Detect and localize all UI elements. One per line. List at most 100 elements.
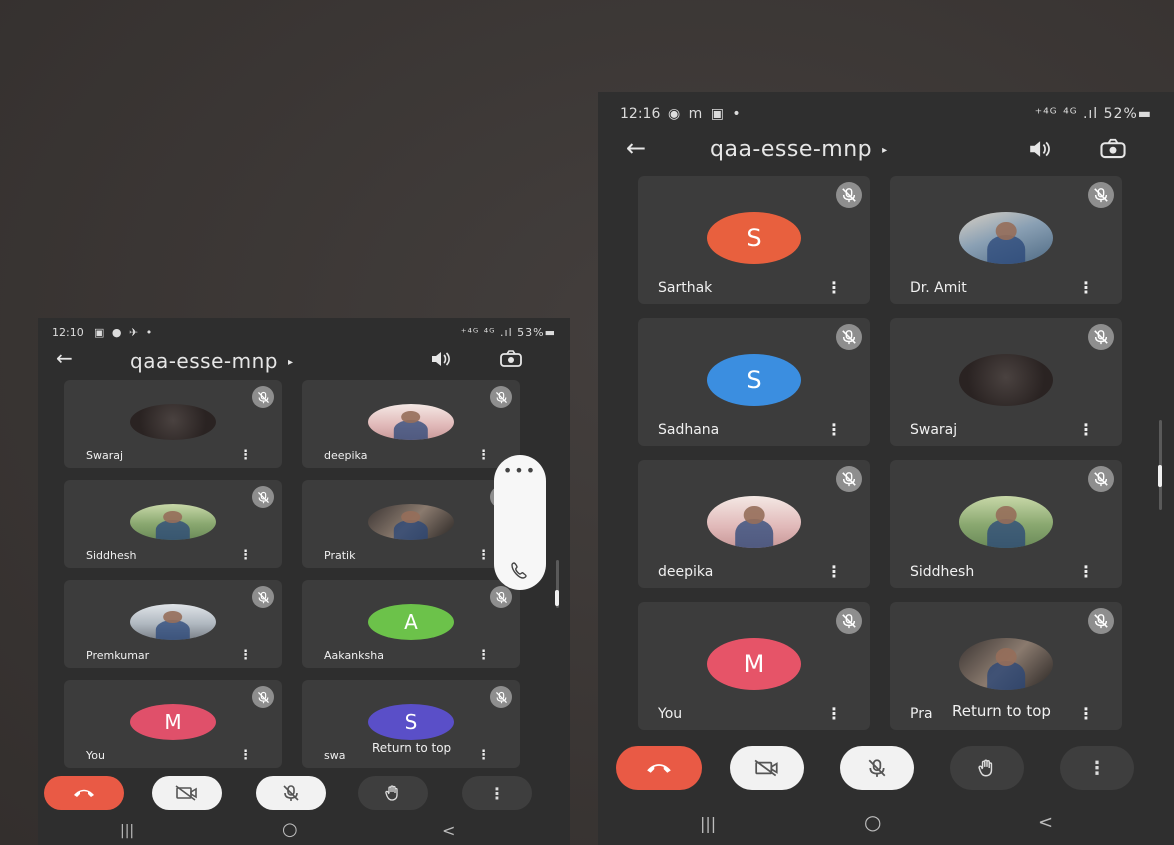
phone-screen-right: 12:16 ◉ m ▣ • ⁺⁴ᴳ ⁴ᴳ .ıl 52%▬ ← qaa-esse… xyxy=(598,92,1174,845)
participant-name: Swaraj xyxy=(86,449,124,462)
person-silhouette xyxy=(155,520,191,540)
muted-mic-icon xyxy=(836,608,862,634)
participant-tile[interactable]: Swaraj ⋮ xyxy=(890,318,1122,446)
muted-mic-icon xyxy=(252,586,274,608)
scrollbar-thumb-right[interactable] xyxy=(1158,465,1162,487)
hand-icon xyxy=(978,759,993,777)
mic-off-button[interactable] xyxy=(256,776,326,810)
participant-options-icon[interactable]: ⋮ xyxy=(477,448,490,463)
mic-off-icon xyxy=(868,759,886,777)
participant-options-icon[interactable]: ⋮ xyxy=(826,704,842,723)
end-call-button[interactable] xyxy=(616,746,702,790)
participant-tile[interactable]: Swaraj ⋮ xyxy=(64,380,282,468)
participant-options-icon[interactable]: ⋮ xyxy=(826,562,842,581)
status-icons: ◉ m ▣ • xyxy=(668,106,743,122)
video-off-button[interactable] xyxy=(152,776,222,810)
meeting-title[interactable]: qaa-esse-mnp ▸ xyxy=(710,137,888,162)
participant-options-icon[interactable]: ⋮ xyxy=(477,748,490,763)
participant-options-icon[interactable]: ⋮ xyxy=(477,648,490,663)
status-time: 12:16 xyxy=(620,106,661,122)
recents-nav-icon[interactable]: ||| xyxy=(700,814,716,833)
participant-tile[interactable]: M You ⋮ xyxy=(638,602,870,730)
end-call-button[interactable] xyxy=(44,776,124,810)
mic-off-icon xyxy=(283,785,299,801)
muted-mic-icon xyxy=(836,324,862,350)
drag-handle-icon[interactable]: ••• xyxy=(503,461,537,480)
participant-tile[interactable]: S Sadhana ⋮ xyxy=(638,318,870,446)
return-to-top-button[interactable]: Return to top xyxy=(368,741,456,755)
participant-tile[interactable]: Dr. Amit ⋮ xyxy=(890,176,1122,304)
app-bar: ← qaa-esse-mnp ▸ xyxy=(38,346,570,376)
avatar-initial: S xyxy=(707,354,801,406)
participant-tile[interactable]: M You ⋮ xyxy=(64,680,282,768)
participant-tile[interactable]: deepika ⋮ xyxy=(638,460,870,588)
participant-name: Sadhana xyxy=(658,422,720,438)
avatar-initial: S xyxy=(368,704,454,740)
person-silhouette xyxy=(393,420,429,440)
speaker-icon[interactable] xyxy=(430,351,450,371)
back-nav-icon[interactable]: < xyxy=(442,821,455,840)
meeting-title[interactable]: qaa-esse-mnp ▸ xyxy=(130,349,293,373)
avatar-photo xyxy=(959,638,1053,690)
avatar-initial: S xyxy=(707,212,801,264)
muted-mic-icon xyxy=(252,686,274,708)
status-signal-battery: ⁺⁴ᴳ ⁴ᴳ .ıl 52%▬ xyxy=(1034,106,1152,122)
switch-camera-icon[interactable] xyxy=(1098,138,1128,164)
participant-tile[interactable]: Siddhesh ⋮ xyxy=(64,480,282,568)
participant-name: You xyxy=(658,706,683,722)
more-options-button[interactable]: ⋮ xyxy=(462,776,532,810)
participant-options-icon[interactable]: ⋮ xyxy=(1078,704,1094,723)
participant-options-icon[interactable]: ⋮ xyxy=(239,748,252,763)
arrow-left-icon[interactable]: ← xyxy=(56,346,73,370)
participant-name: swa xyxy=(324,749,346,762)
video-off-icon xyxy=(754,759,778,777)
participant-tile[interactable]: A Aakanksha ⋮ xyxy=(302,580,520,668)
participant-options-icon[interactable]: ⋮ xyxy=(477,548,490,563)
arrow-left-icon[interactable]: ← xyxy=(626,134,646,162)
recents-nav-icon[interactable]: ||| xyxy=(120,823,134,839)
participant-tile[interactable]: Premkumar ⋮ xyxy=(64,580,282,668)
raise-hand-button[interactable] xyxy=(950,746,1024,790)
participant-options-icon[interactable]: ⋮ xyxy=(1078,562,1094,581)
participant-options-icon[interactable]: ⋮ xyxy=(239,448,252,463)
participant-options-icon[interactable]: ⋮ xyxy=(239,648,252,663)
home-nav-icon[interactable]: ○ xyxy=(864,810,881,834)
participant-options-icon[interactable]: ⋮ xyxy=(1078,278,1094,297)
status-time: 12:10 xyxy=(52,326,84,339)
participant-tile[interactable]: Pratik ⋮ xyxy=(302,480,520,568)
participant-tile[interactable]: Siddhesh ⋮ xyxy=(890,460,1122,588)
hand-icon xyxy=(385,785,398,801)
participant-options-icon[interactable]: ⋮ xyxy=(1078,420,1094,439)
participant-name: Pra xyxy=(910,706,933,722)
status-icons: ▣ ● ✈ • xyxy=(94,326,155,339)
home-nav-icon[interactable]: ○ xyxy=(282,819,298,840)
participant-tile[interactable]: S Sarthak ⋮ xyxy=(638,176,870,304)
return-to-top-button[interactable]: Return to top xyxy=(948,702,1055,720)
participant-tile[interactable]: deepika ⋮ xyxy=(302,380,520,468)
participant-name: deepika xyxy=(324,449,368,462)
participant-name: Pratik xyxy=(324,549,356,562)
muted-mic-icon xyxy=(490,586,512,608)
person-silhouette xyxy=(735,519,773,548)
mic-off-button[interactable] xyxy=(840,746,914,790)
participant-options-icon[interactable]: ⋮ xyxy=(826,420,842,439)
person-silhouette xyxy=(987,235,1025,264)
participant-options-icon[interactable]: ⋮ xyxy=(239,548,252,563)
video-off-button[interactable] xyxy=(730,746,804,790)
avatar-initial: A xyxy=(368,604,454,640)
app-bar: ← qaa-esse-mnp ▸ xyxy=(598,134,1174,168)
participant-options-icon[interactable]: ⋮ xyxy=(826,278,842,297)
scrollbar-thumb-left[interactable] xyxy=(555,590,559,606)
avatar-photo xyxy=(130,504,216,540)
avatar-photo xyxy=(959,212,1053,264)
kebab-icon: ⋮ xyxy=(1088,757,1106,779)
speaker-icon[interactable] xyxy=(1028,140,1050,162)
back-nav-icon[interactable]: < xyxy=(1038,812,1053,833)
status-signal-battery: ⁺⁴ᴳ ⁴ᴳ .ıl 53%▬ xyxy=(460,326,556,339)
avatar-photo xyxy=(130,404,216,440)
more-options-button[interactable]: ⋮ xyxy=(1060,746,1134,790)
phone-icon[interactable] xyxy=(510,560,530,584)
switch-camera-icon[interactable] xyxy=(498,350,524,372)
raise-hand-button[interactable] xyxy=(358,776,428,810)
floating-call-panel[interactable]: ••• xyxy=(494,455,546,590)
